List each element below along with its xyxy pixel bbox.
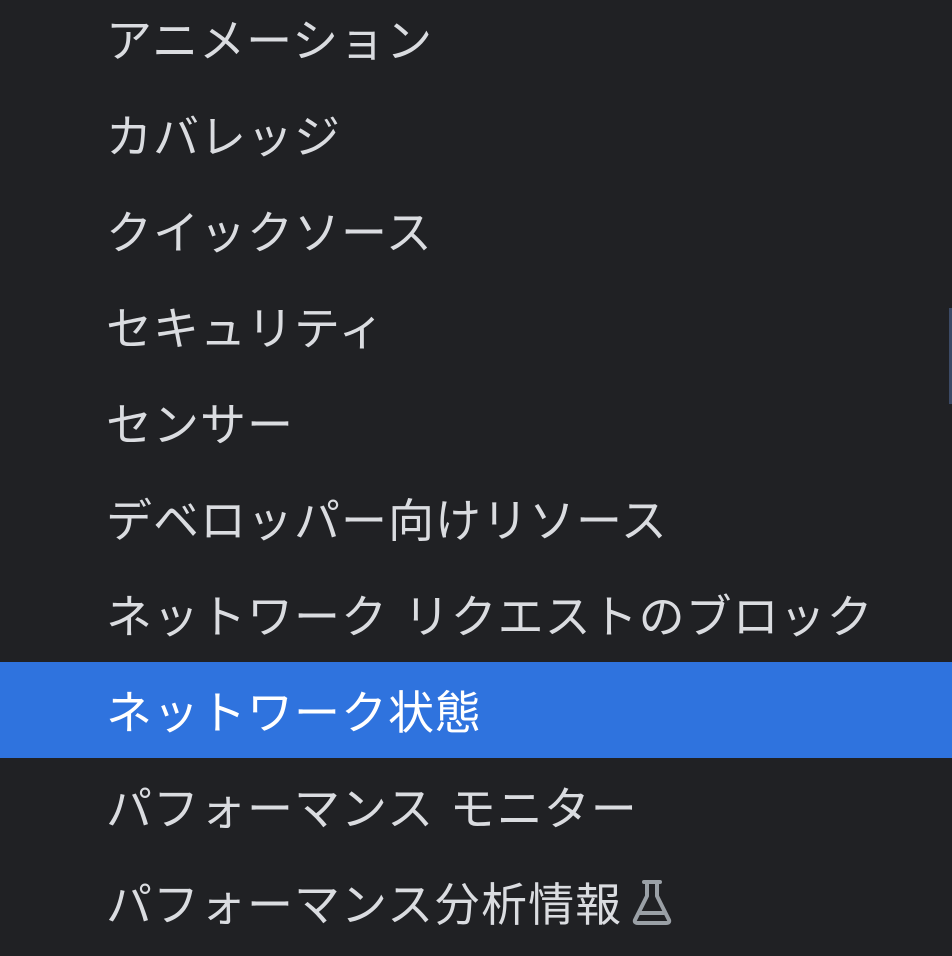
menu-item-coverage[interactable]: カバレッジ xyxy=(0,86,952,182)
menu-item-performance-insights[interactable]: パフォーマンス分析情報 xyxy=(0,854,952,950)
menu-item-label: クイックソース xyxy=(106,206,433,260)
menu-item-label: セキュリティ xyxy=(106,302,386,356)
menu-item-animations[interactable]: アニメーション xyxy=(0,0,952,86)
menu-item-network-request-blocking[interactable]: ネットワーク リクエストのブロック xyxy=(0,566,952,662)
menu-item-label: パフォーマンス モニター xyxy=(106,782,638,836)
menu-item-label: パフォーマンス分析情報 xyxy=(106,878,623,932)
menu-item-label: センサー xyxy=(106,398,294,452)
menu-item-network-conditions[interactable]: ネットワーク状態 xyxy=(0,662,952,758)
menu-item-label: デベロッパー向けリソース xyxy=(106,494,668,548)
menu-item-label: ネットワーク状態 xyxy=(106,686,482,740)
menu-item-sensors[interactable]: センサー xyxy=(0,374,952,470)
menu-item-quick-source[interactable]: クイックソース xyxy=(0,182,952,278)
menu-item-label: アニメーション xyxy=(106,14,434,68)
menu-item-label: カバレッジ xyxy=(106,110,341,164)
more-tools-menu: アニメーション カバレッジ クイックソース セキュリティ センサー デベロッパー… xyxy=(0,0,952,956)
menu-item-performance-monitor[interactable]: パフォーマンス モニター xyxy=(0,758,952,854)
menu-item-security[interactable]: セキュリティ xyxy=(0,278,952,374)
flask-icon xyxy=(630,878,674,926)
menu-item-label: ネットワーク リクエストのブロック xyxy=(106,590,874,644)
menu-item-developer-resources[interactable]: デベロッパー向けリソース xyxy=(0,470,952,566)
